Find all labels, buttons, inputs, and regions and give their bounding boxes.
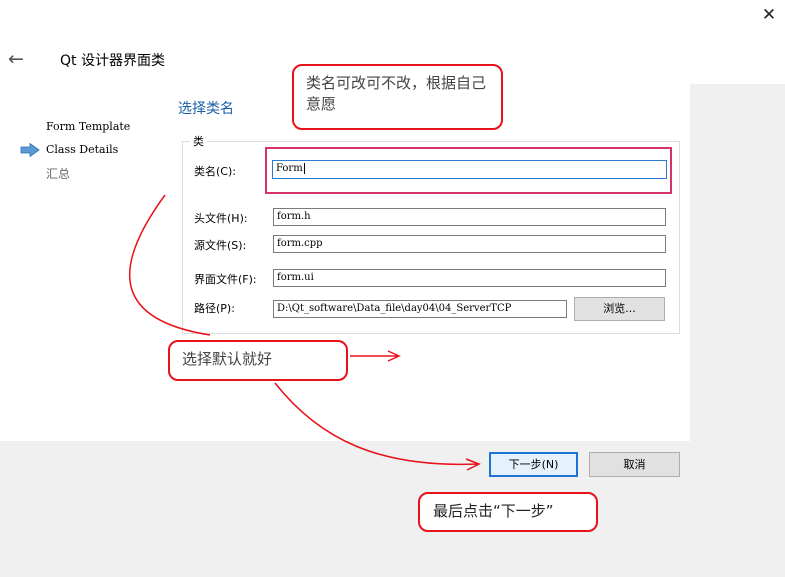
next-button[interactable]: 下一步(N) [489,452,578,477]
back-arrow-icon[interactable]: ← [8,48,30,70]
header-file-input[interactable]: form.h [273,208,666,226]
path-label: 路径(P): [194,302,235,315]
sidebar-step-form-template: Form Template [46,120,131,133]
sidebar-step-summary: 汇总 [46,167,71,181]
form-file-label: 界面文件(F): [194,273,257,286]
browse-button[interactable]: 浏览... [574,297,665,321]
source-file-label: 源文件(S): [194,239,247,252]
window-title: Qt 设计器界面类 [60,53,165,69]
sidebar-step-class-details: Class Details [46,143,119,156]
class-name-highlight [265,147,672,194]
annotation-note-default: 选择默认就好 [168,340,348,381]
annotation-note-class-name: 类名可改可不改，根据自己意愿 [292,64,503,130]
close-icon[interactable]: ✕ [758,4,780,26]
path-input[interactable]: D:\Qt_software\Data_file\day04\04_Server… [273,300,567,318]
page-heading: 选择类名 [178,101,234,117]
annotation-note-next: 最后点击“下一步” [418,492,598,532]
cancel-button[interactable]: 取消 [589,452,680,477]
class-name-label: 类名(C): [194,165,236,178]
group-title: 类 [190,133,207,149]
header-file-label: 头文件(H): [194,212,248,225]
annotation-arrow-right [350,350,401,362]
current-step-arrow-icon [20,143,40,157]
form-file-input[interactable]: form.ui [273,269,666,287]
source-file-input[interactable]: form.cpp [273,235,666,253]
